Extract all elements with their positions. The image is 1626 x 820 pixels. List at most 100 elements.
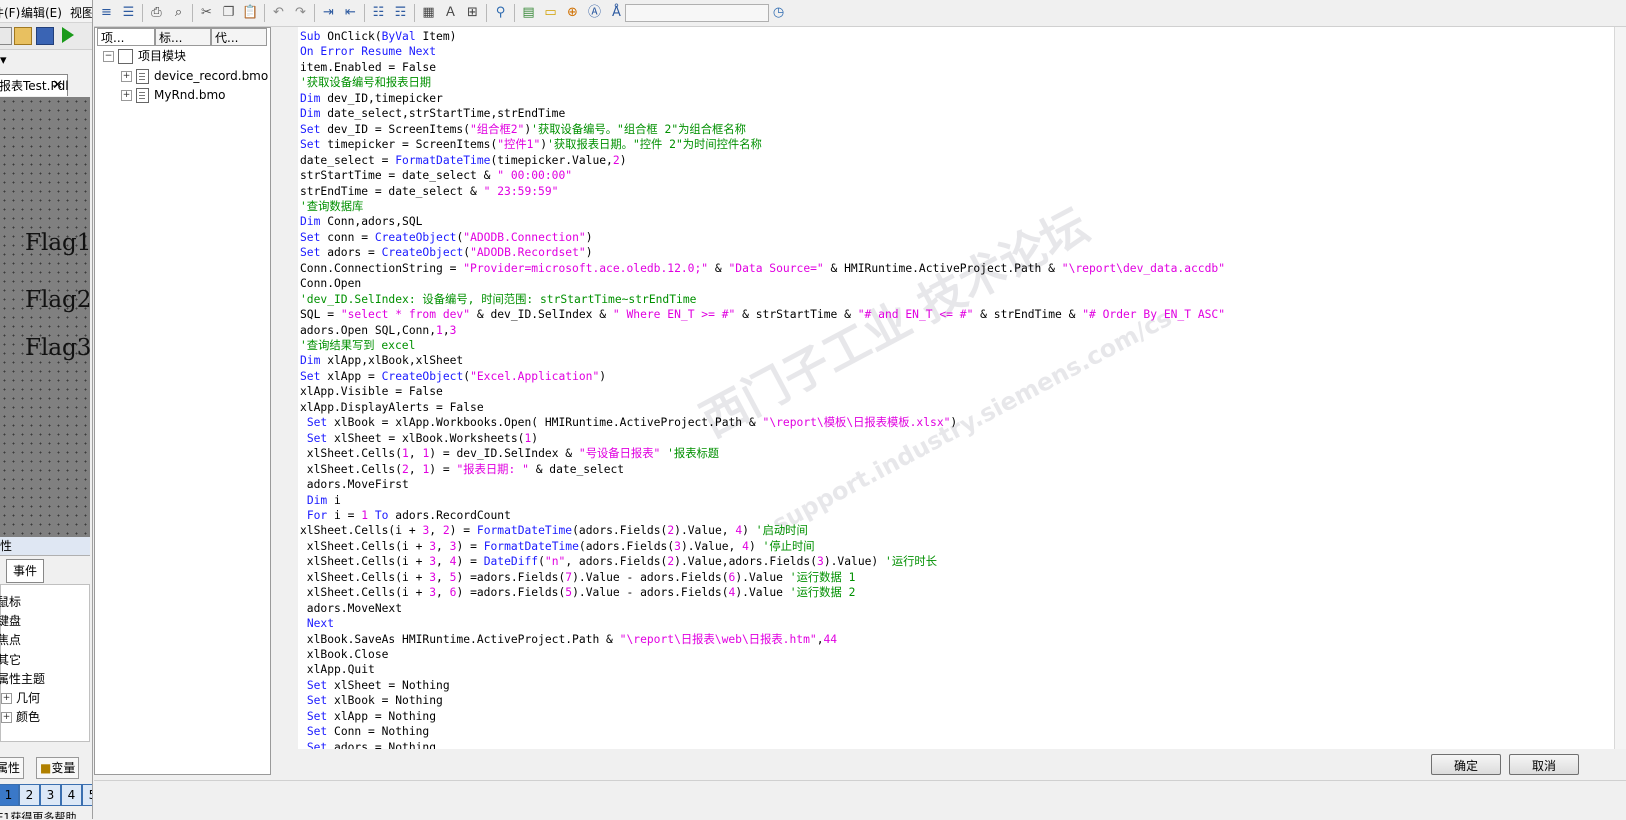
code-line[interactable]: Set adors = Nothing: [300, 740, 436, 749]
paste-icon[interactable]: 📋: [242, 4, 259, 21]
menu-file[interactable]: 件(F): [0, 4, 20, 21]
cancel-button[interactable]: 取消: [1509, 754, 1579, 775]
code-line[interactable]: xlSheet.Cells(i + 3, 3) = FormatDateTime…: [300, 539, 815, 555]
tree-item-myrnd[interactable]: + MyRnd.bmo: [121, 87, 225, 103]
tab-project[interactable]: 项...: [97, 28, 155, 46]
ok-button[interactable]: 确定: [1431, 754, 1501, 775]
print-preview-icon[interactable]: ⌕: [170, 4, 187, 21]
align-left-icon[interactable]: ≡: [98, 4, 115, 21]
document-tab[interactable]: 报表Test.Pdl ✕: [0, 74, 69, 97]
goto-icon[interactable]: ⊞: [464, 4, 481, 21]
tree-item-device-record[interactable]: + device_record.bmo: [121, 68, 268, 84]
undo-icon[interactable]: ↶: [270, 4, 287, 21]
replace-icon[interactable]: Ａ: [442, 4, 459, 21]
tree-item-color[interactable]: + 颜色: [1, 708, 40, 725]
code-editor[interactable]: 西门子工业 技术论坛 support.industry.siemens.com/…: [298, 27, 1614, 749]
tab-variables[interactable]: ■变量: [36, 757, 80, 779]
layer-2-button[interactable]: 2: [19, 784, 40, 806]
code-line[interactable]: Set conn = CreateObject("ADODB.Connectio…: [300, 230, 593, 246]
tree-item-other[interactable]: 其它: [0, 651, 21, 668]
code-line[interactable]: Set dev_ID = ScreenItems("组合框2")'获取设备编号。…: [300, 122, 746, 138]
code-line[interactable]: strStartTime = date_select & " 00:00:00": [300, 168, 572, 184]
code-line[interactable]: strEndTime = date_select & " 23:59:59": [300, 184, 558, 200]
copy-icon[interactable]: ❐: [220, 4, 237, 21]
align-icon[interactable]: ☰: [120, 4, 137, 21]
new-icon[interactable]: [0, 27, 12, 45]
object-browser-icon[interactable]: Ⓐ: [586, 4, 603, 21]
comment-icon[interactable]: ☷: [370, 4, 387, 21]
tab-code[interactable]: 代...: [211, 28, 267, 46]
code-line[interactable]: Set adors = CreateObject("ADODB.Recordse…: [300, 245, 593, 261]
layer-5-button[interactable]: 5: [82, 784, 92, 806]
expand-icon[interactable]: +: [121, 71, 132, 82]
chevron-down-icon[interactable]: ▾: [0, 53, 7, 68]
expand-icon[interactable]: +: [121, 90, 132, 101]
code-line[interactable]: Set xlApp = Nothing: [300, 709, 436, 725]
tree-item-focus[interactable]: 焦点: [0, 631, 21, 648]
code-line[interactable]: Dim dev_ID,timepicker: [300, 91, 443, 107]
code-line[interactable]: Dim Conn,adors,SQL: [300, 214, 422, 230]
code-line[interactable]: Set xlSheet = xlBook.Worksheets(1): [300, 431, 538, 447]
print-icon[interactable]: ⎙: [148, 4, 165, 21]
indent-icon[interactable]: ⇥: [320, 4, 337, 21]
tree-item-mouse[interactable]: 鼠标: [0, 593, 21, 610]
code-line[interactable]: Dim xlApp,xlBook,xlSheet: [300, 353, 463, 369]
layer-3-button[interactable]: 3: [40, 784, 61, 806]
close-icon[interactable]: ✕: [52, 75, 63, 97]
layer-1-button[interactable]: 1: [0, 784, 19, 806]
tree-item-keyboard[interactable]: 键盘: [0, 612, 21, 629]
tab-tags[interactable]: 标...: [155, 28, 211, 46]
code-line[interactable]: Next: [300, 616, 334, 632]
code-line[interactable]: xlBook.SaveAs HMIRuntime.ActiveProject.P…: [300, 632, 837, 648]
tag-select-icon[interactable]: ▤: [520, 4, 537, 21]
toolbar-combo-input[interactable]: [625, 4, 769, 22]
cut-icon[interactable]: ✂: [198, 4, 215, 21]
code-line[interactable]: '查询数据库: [300, 199, 363, 215]
outdent-icon[interactable]: ⇤: [342, 4, 359, 21]
code-line[interactable]: xlApp.Quit: [300, 662, 375, 678]
code-line[interactable]: xlSheet.Cells(i + 3, 6) =adors.Fields(5)…: [300, 585, 856, 601]
open-folder-icon[interactable]: [14, 27, 32, 45]
redo-icon[interactable]: ↷: [292, 4, 309, 21]
code-line[interactable]: xlApp.Visible = False: [300, 384, 443, 400]
code-line[interactable]: xlApp.DisplayAlerts = False: [300, 400, 484, 416]
code-line[interactable]: adors.MoveNext: [300, 601, 402, 617]
screen-canvas[interactable]: Flag1 Flag2 Flag3: [0, 97, 91, 537]
code-line[interactable]: '获取设备编号和报表日期: [300, 75, 431, 91]
tab-events[interactable]: 事件: [6, 559, 45, 583]
code-line[interactable]: xlSheet.Cells(1, 1) = dev_ID.SelIndex & …: [300, 446, 719, 462]
tree-root[interactable]: − 项目模块: [103, 48, 186, 64]
tab-properties[interactable]: 属性: [0, 757, 25, 779]
code-line[interactable]: 'dev_ID.SelIndex: 设备编号, 时间范围: strStartTi…: [300, 292, 696, 308]
collapse-icon[interactable]: −: [103, 51, 114, 62]
menu-view[interactable]: 视图: [70, 4, 92, 21]
function-icon[interactable]: Å: [608, 4, 625, 21]
code-line[interactable]: xlBook.Close: [300, 647, 389, 663]
code-line[interactable]: date_select = FormatDateTime(timepicker.…: [300, 153, 627, 169]
code-line[interactable]: Sub OnClick(ByVal Item): [300, 29, 456, 45]
vertical-scrollbar[interactable]: [1614, 27, 1626, 749]
code-line[interactable]: item.Enabled = False: [300, 60, 436, 76]
code-line[interactable]: xlSheet.Cells(i + 3, 4) = DateDiff("n", …: [300, 554, 937, 570]
add-icon[interactable]: ⊕: [564, 4, 581, 21]
code-line[interactable]: Conn.ConnectionString = "Provider=micros…: [300, 261, 1225, 277]
code-line[interactable]: '查询结果写到 excel: [300, 338, 415, 354]
code-line[interactable]: Dim i: [300, 493, 341, 509]
layer-4-button[interactable]: 4: [61, 784, 82, 806]
run-icon[interactable]: [62, 27, 74, 43]
code-line[interactable]: Dim date_select,strStartTime,strEndTime: [300, 106, 565, 122]
code-line[interactable]: Set timepicker = ScreenItems("控件1")'获取报表…: [300, 137, 762, 153]
tree-item-property-topics[interactable]: 属性主题: [0, 670, 45, 687]
code-line[interactable]: Set Conn = Nothing: [300, 724, 429, 740]
folder-icon[interactable]: ▭: [542, 4, 559, 21]
tree-item-geometry[interactable]: + 几何: [1, 689, 40, 706]
menu-edit[interactable]: 编辑(E): [21, 4, 62, 21]
code-line[interactable]: xlSheet.Cells(2, 1) = "报表日期: " & date_se…: [300, 462, 624, 478]
code-line[interactable]: adors.Open SQL,Conn,1,3: [300, 323, 456, 339]
code-line[interactable]: adors.MoveFirst: [300, 477, 409, 493]
code-line[interactable]: SQL = "select * from dev" & dev_ID.SelIn…: [300, 307, 1225, 323]
code-line[interactable]: Conn.Open: [300, 276, 361, 292]
code-line[interactable]: Set xlBook = Nothing: [300, 693, 443, 709]
clock-icon[interactable]: ◷: [770, 4, 787, 21]
code-line[interactable]: For i = 1 To adors.RecordCount: [300, 508, 511, 524]
